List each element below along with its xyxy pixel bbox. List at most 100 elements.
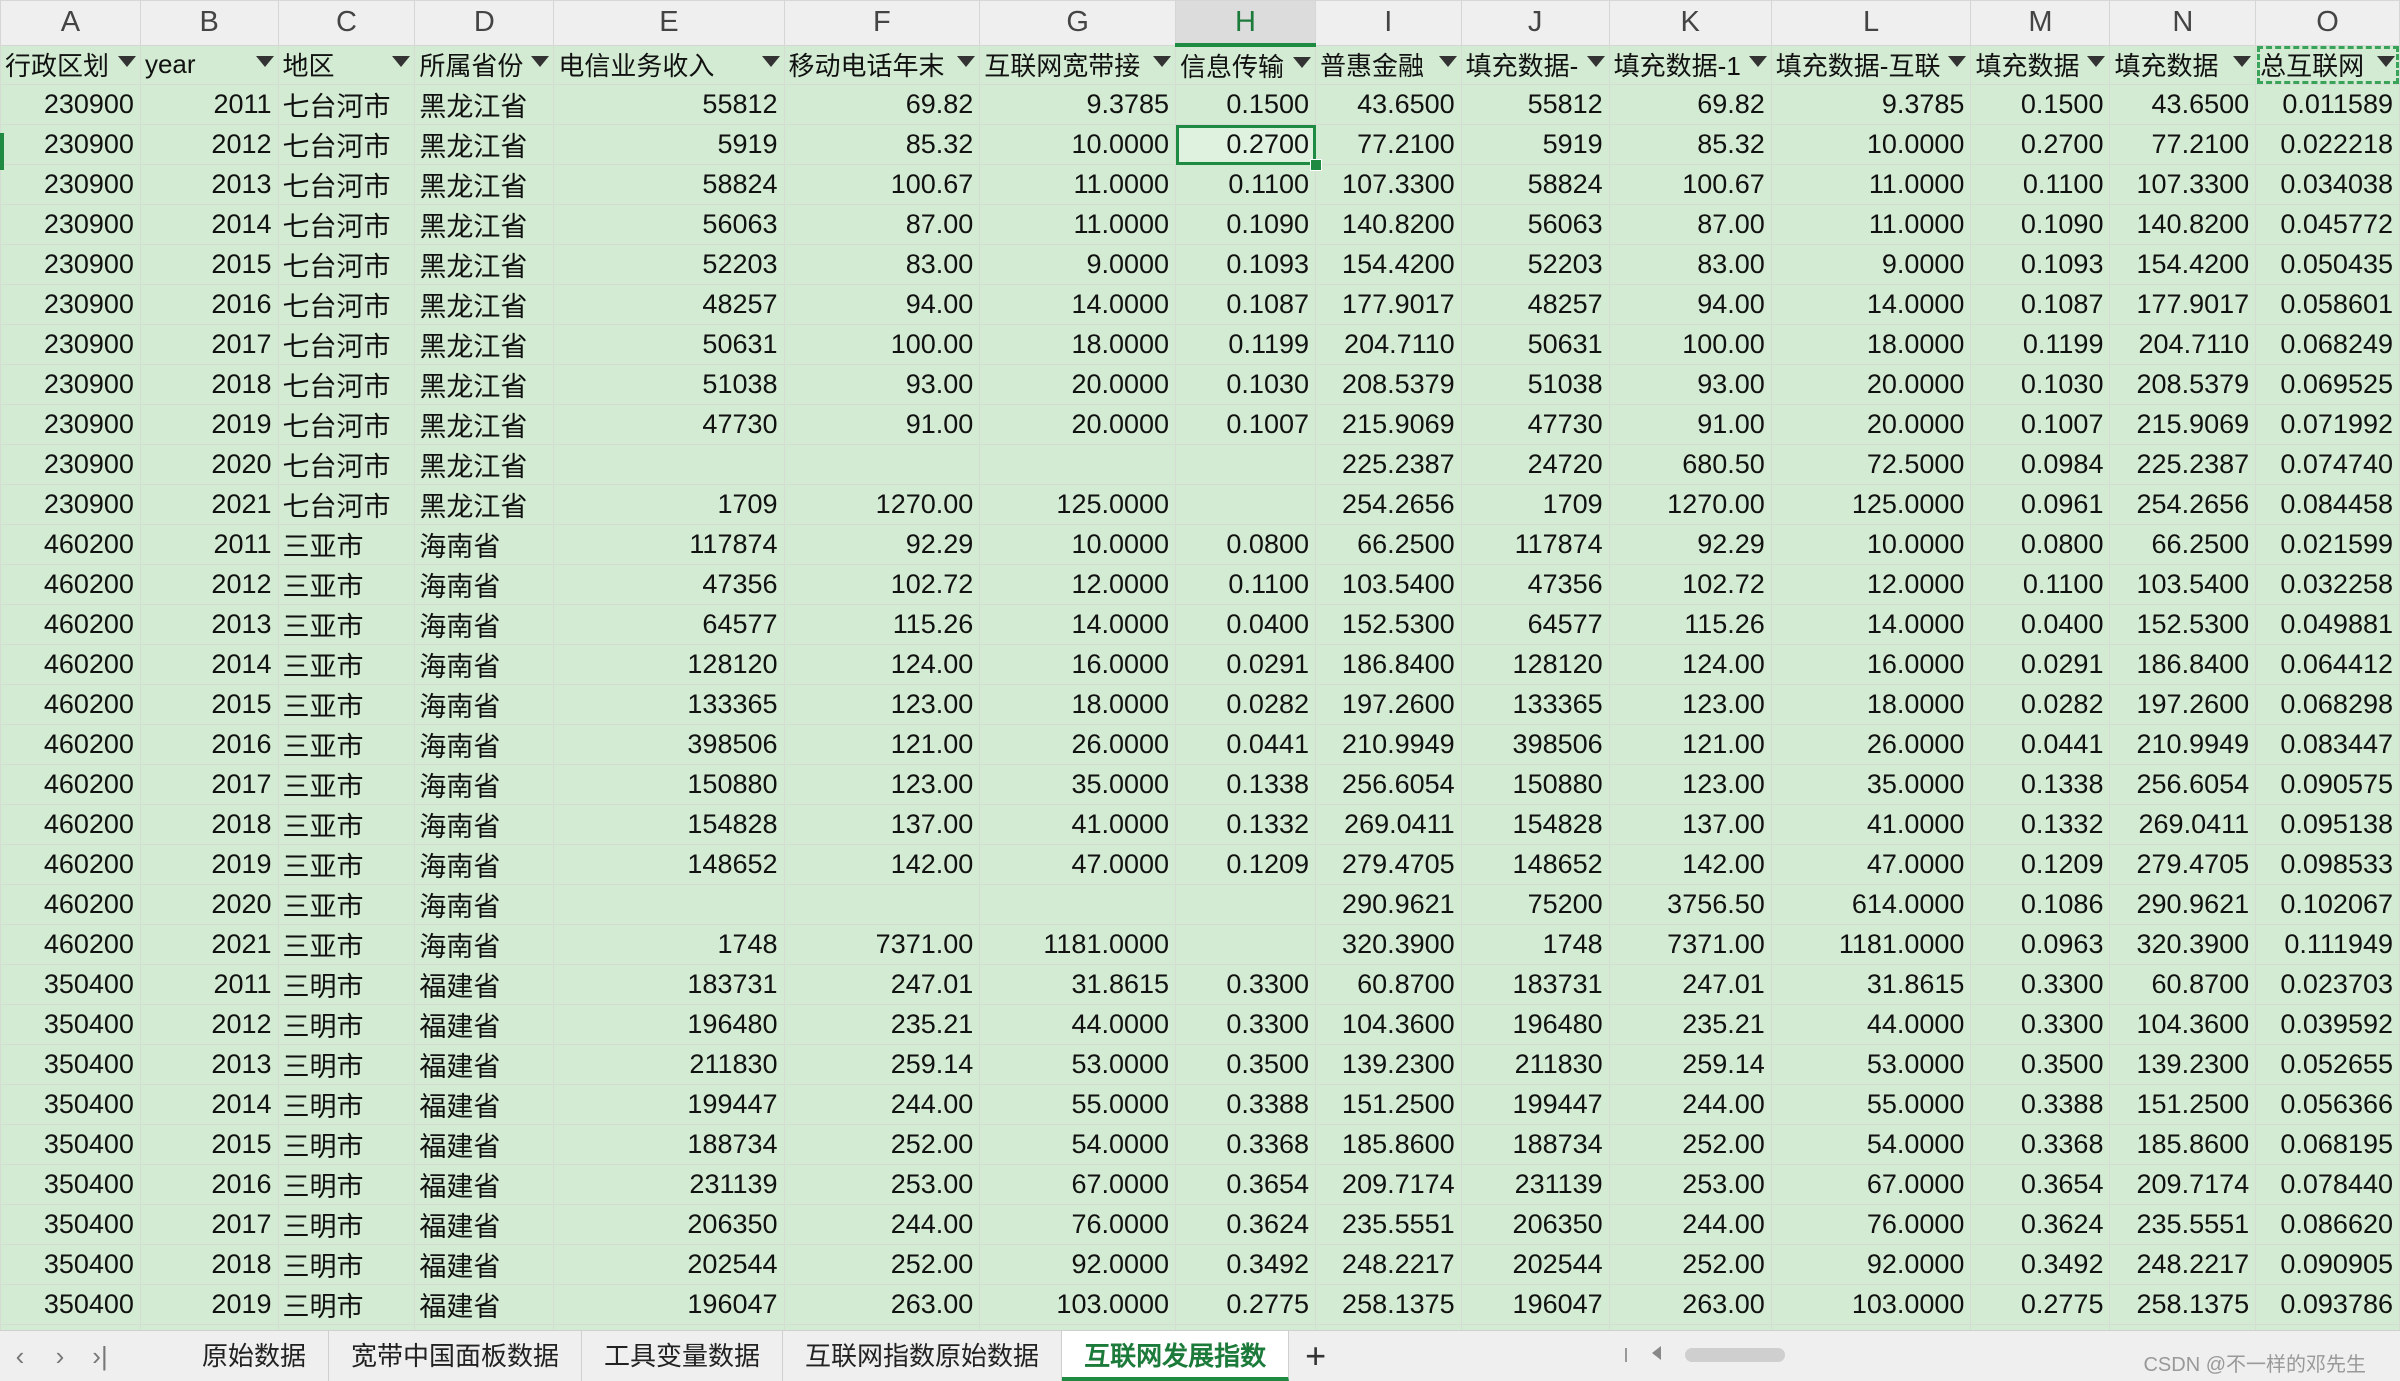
cell[interactable]: 14.0000 [1770,284,1972,325]
cell[interactable]: 53.0000 [979,1044,1177,1085]
cell[interactable]: 26.0000 [979,724,1177,765]
cell[interactable]: 244.00 [1608,1084,1772,1125]
cell[interactable]: 0.1093 [1175,244,1316,285]
cell[interactable]: 206350 [553,1204,785,1245]
cell[interactable]: 2014 [139,644,279,685]
header-cell[interactable]: 填充数据-1 [1608,44,1772,85]
cell[interactable]: 2016 [139,724,279,765]
cell[interactable]: 福建省 [414,964,555,1005]
cell[interactable]: 100.67 [783,164,981,205]
cell[interactable]: 248.2217 [2109,1244,2257,1285]
cell[interactable]: 230900 [0,364,141,405]
cell[interactable]: 117874 [1460,524,1610,565]
cell[interactable]: 93.00 [783,364,981,405]
cell[interactable]: 123.00 [1608,684,1772,725]
cell[interactable]: 0.032258 [2255,564,2400,605]
cell[interactable]: 244.00 [1608,1204,1772,1245]
cell[interactable]: 115.26 [1608,604,1772,645]
cell[interactable]: 54.0000 [1770,1124,1972,1165]
cell[interactable]: 0.1500 [1175,84,1316,125]
cell[interactable]: 海南省 [414,844,555,885]
cell[interactable]: 230900 [0,444,141,485]
cell[interactable]: 11.0000 [1770,204,1972,245]
cell[interactable]: 16.0000 [979,644,1177,685]
cell[interactable]: 230900 [0,164,141,205]
cell[interactable]: 47730 [553,404,785,445]
cell[interactable]: 259.14 [783,1044,981,1085]
column-letter-A[interactable]: A [0,0,141,46]
cell[interactable]: 124.00 [783,644,981,685]
cell[interactable]: 0.074740 [2255,444,2400,485]
column-letter-O[interactable]: O [2255,0,2400,46]
cell[interactable]: 三明市 [277,1164,416,1205]
cell[interactable]: 225.2387 [2109,444,2257,485]
cell[interactable]: 253.00 [1608,1164,1772,1205]
cell[interactable]: 196480 [553,1004,785,1045]
cell[interactable]: 185.8600 [1315,1124,1462,1165]
header-cell[interactable]: 互联网宽带接 [979,44,1177,85]
filter-dropdown-icon[interactable] [255,55,274,67]
cell[interactable]: 福建省 [414,1044,555,1085]
cell[interactable]: 海南省 [414,764,555,805]
cell[interactable]: 0.090575 [2255,764,2400,805]
cell[interactable]: 196047 [553,1284,785,1325]
cell[interactable]: 9.0000 [979,244,1177,285]
cell[interactable]: 三亚市 [277,524,416,565]
cell[interactable]: 48257 [1460,284,1610,325]
header-cell[interactable]: year [139,44,279,85]
cell[interactable]: 154.4200 [2109,244,2257,285]
next-sheet-button[interactable]: › [40,1341,80,1372]
cell[interactable]: 0.083447 [2255,724,2400,765]
cell[interactable]: 海南省 [414,524,555,565]
cell[interactable]: 350400 [0,964,141,1005]
cell[interactable]: 350400 [0,1204,141,1245]
cell[interactable]: 100.67 [1608,164,1772,205]
cell[interactable]: 151.2500 [2109,1084,2257,1125]
cell[interactable] [979,444,1177,485]
cell[interactable]: 0.1087 [1970,284,2111,325]
cell[interactable]: 230900 [0,204,141,245]
cell[interactable]: 0.3500 [1970,1044,2111,1085]
cell[interactable]: 92.0000 [979,1244,1177,1285]
cell[interactable]: 31.8615 [979,964,1177,1005]
cell[interactable]: 24720 [1460,444,1610,485]
cell[interactable]: 0.1209 [1970,844,2111,885]
cell[interactable]: 七台河市 [277,364,416,405]
cell[interactable]: 186.8400 [1315,644,1462,685]
cell[interactable]: 254.2656 [1315,484,1462,525]
cell[interactable]: 121.00 [1608,724,1772,765]
cell[interactable]: 海南省 [414,884,555,925]
cell[interactable]: 51038 [1460,364,1610,405]
column-letter-I[interactable]: I [1315,0,1462,46]
filter-dropdown-icon[interactable] [1586,55,1605,67]
cell[interactable]: 26.0000 [1770,724,1972,765]
cell[interactable]: 9.3785 [1770,84,1972,125]
cell[interactable]: 三亚市 [277,804,416,845]
cell[interactable]: 0.102067 [2255,884,2400,925]
cell[interactable]: 0.2775 [1175,1284,1316,1325]
cell[interactable] [1175,484,1316,525]
cell[interactable]: 福建省 [414,1004,555,1045]
cell[interactable]: 2014 [139,204,279,245]
cell[interactable]: 60.8700 [2109,964,2257,1005]
cell[interactable]: 2012 [139,1004,279,1045]
cell[interactable]: 230900 [0,284,141,325]
cell[interactable]: 55812 [553,84,785,125]
cell[interactable]: 三亚市 [277,764,416,805]
filter-dropdown-icon[interactable] [1748,55,1767,67]
cell[interactable]: 199447 [1460,1084,1610,1125]
cell[interactable]: 0.1199 [1970,324,2111,365]
cell[interactable]: 福建省 [414,1084,555,1125]
cell[interactable]: 66.2500 [1315,524,1462,565]
cell[interactable]: 47356 [553,564,785,605]
cell[interactable]: 0.3368 [1175,1124,1316,1165]
cell[interactable]: 350400 [0,1284,141,1325]
cell[interactable]: 115.26 [783,604,981,645]
cell[interactable]: 76.0000 [979,1204,1177,1245]
cell[interactable]: 235.5551 [1315,1204,1462,1245]
cell[interactable]: 208.5379 [2109,364,2257,405]
cell[interactable]: 0.095138 [2255,804,2400,845]
cell[interactable]: 0.045772 [2255,204,2400,245]
cell[interactable]: 七台河市 [277,164,416,205]
cell[interactable]: 211830 [553,1044,785,1085]
